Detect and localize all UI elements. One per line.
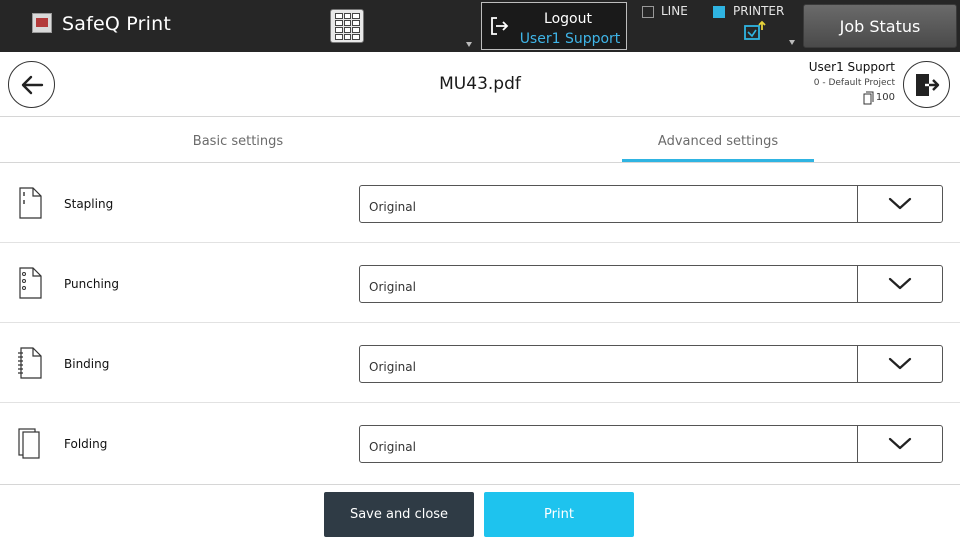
printer-checkbox[interactable] [713, 6, 725, 18]
user-info: User1 Support 0 - Default Project 100 [809, 60, 895, 105]
select-value: Original [369, 360, 416, 374]
select-separator [857, 266, 858, 302]
select-separator [857, 426, 858, 462]
logout-label: Logout [544, 11, 592, 27]
setting-label: Folding [64, 437, 108, 451]
punching-select[interactable]: Original [359, 265, 943, 303]
logout-icon [491, 17, 509, 35]
select-value: Original [369, 440, 416, 454]
keypad-button[interactable] [330, 9, 364, 43]
tab-advanced-settings[interactable]: Advanced settings [622, 134, 814, 149]
save-and-close-button[interactable]: Save and close [324, 492, 474, 537]
exit-button[interactable] [903, 61, 950, 108]
header-divider [0, 116, 960, 117]
setting-label: Binding [64, 357, 110, 371]
folding-select[interactable]: Original [359, 425, 943, 463]
setting-label: Stapling [64, 197, 114, 211]
file-title: MU43.pdf [439, 74, 521, 94]
setting-label: Punching [64, 277, 119, 291]
safeq-logo-icon [32, 13, 52, 33]
arrow-left-icon [21, 75, 43, 94]
keypad-icon [335, 13, 360, 40]
printer-transfer-icon[interactable] [743, 20, 767, 44]
user-project: 0 - Default Project [813, 78, 895, 88]
chevron-down-icon[interactable] [888, 357, 912, 371]
chevron-down-icon[interactable] [888, 197, 912, 211]
job-status-button[interactable]: Job Status [803, 4, 957, 48]
select-value: Original [369, 200, 416, 214]
binding-icon [18, 347, 42, 379]
stapling-select[interactable]: Original [359, 185, 943, 223]
setting-row-binding: Binding Original [0, 323, 960, 403]
binding-select[interactable]: Original [359, 345, 943, 383]
credit-value: 100 [875, 92, 895, 103]
user-name: User1 Support [808, 60, 895, 74]
top-bar: SafeQ Print Logout User1 Support LINE PR… [0, 0, 960, 52]
punching-icon [19, 267, 42, 299]
exit-icon [915, 73, 939, 96]
folding-icon [18, 428, 40, 459]
setting-row-punching: Punching Original [0, 243, 960, 323]
printer-label: PRINTER [733, 4, 785, 18]
dropdown-indicator-icon [789, 40, 795, 45]
select-separator [857, 186, 858, 222]
select-separator [857, 346, 858, 382]
setting-row-folding: Folding Original [0, 403, 960, 483]
select-value: Original [369, 280, 416, 294]
app-title: SafeQ Print [62, 13, 171, 35]
document-icon [863, 91, 874, 105]
chevron-down-icon[interactable] [888, 277, 912, 291]
print-button[interactable]: Print [484, 492, 634, 537]
line-checkbox[interactable] [642, 6, 654, 18]
line-label: LINE [661, 4, 688, 18]
logged-user-name: User1 Support [519, 31, 621, 47]
back-button[interactable] [8, 61, 55, 108]
logout-button[interactable]: Logout User1 Support [481, 2, 627, 50]
setting-row-stapling: Stapling Original [0, 163, 960, 243]
dropdown-indicator-icon [466, 42, 472, 47]
stapling-icon [19, 187, 42, 219]
footer-divider [0, 484, 960, 485]
user-credit: 100 [809, 91, 895, 105]
chevron-down-icon[interactable] [888, 437, 912, 451]
tab-basic-settings[interactable]: Basic settings [138, 134, 338, 149]
